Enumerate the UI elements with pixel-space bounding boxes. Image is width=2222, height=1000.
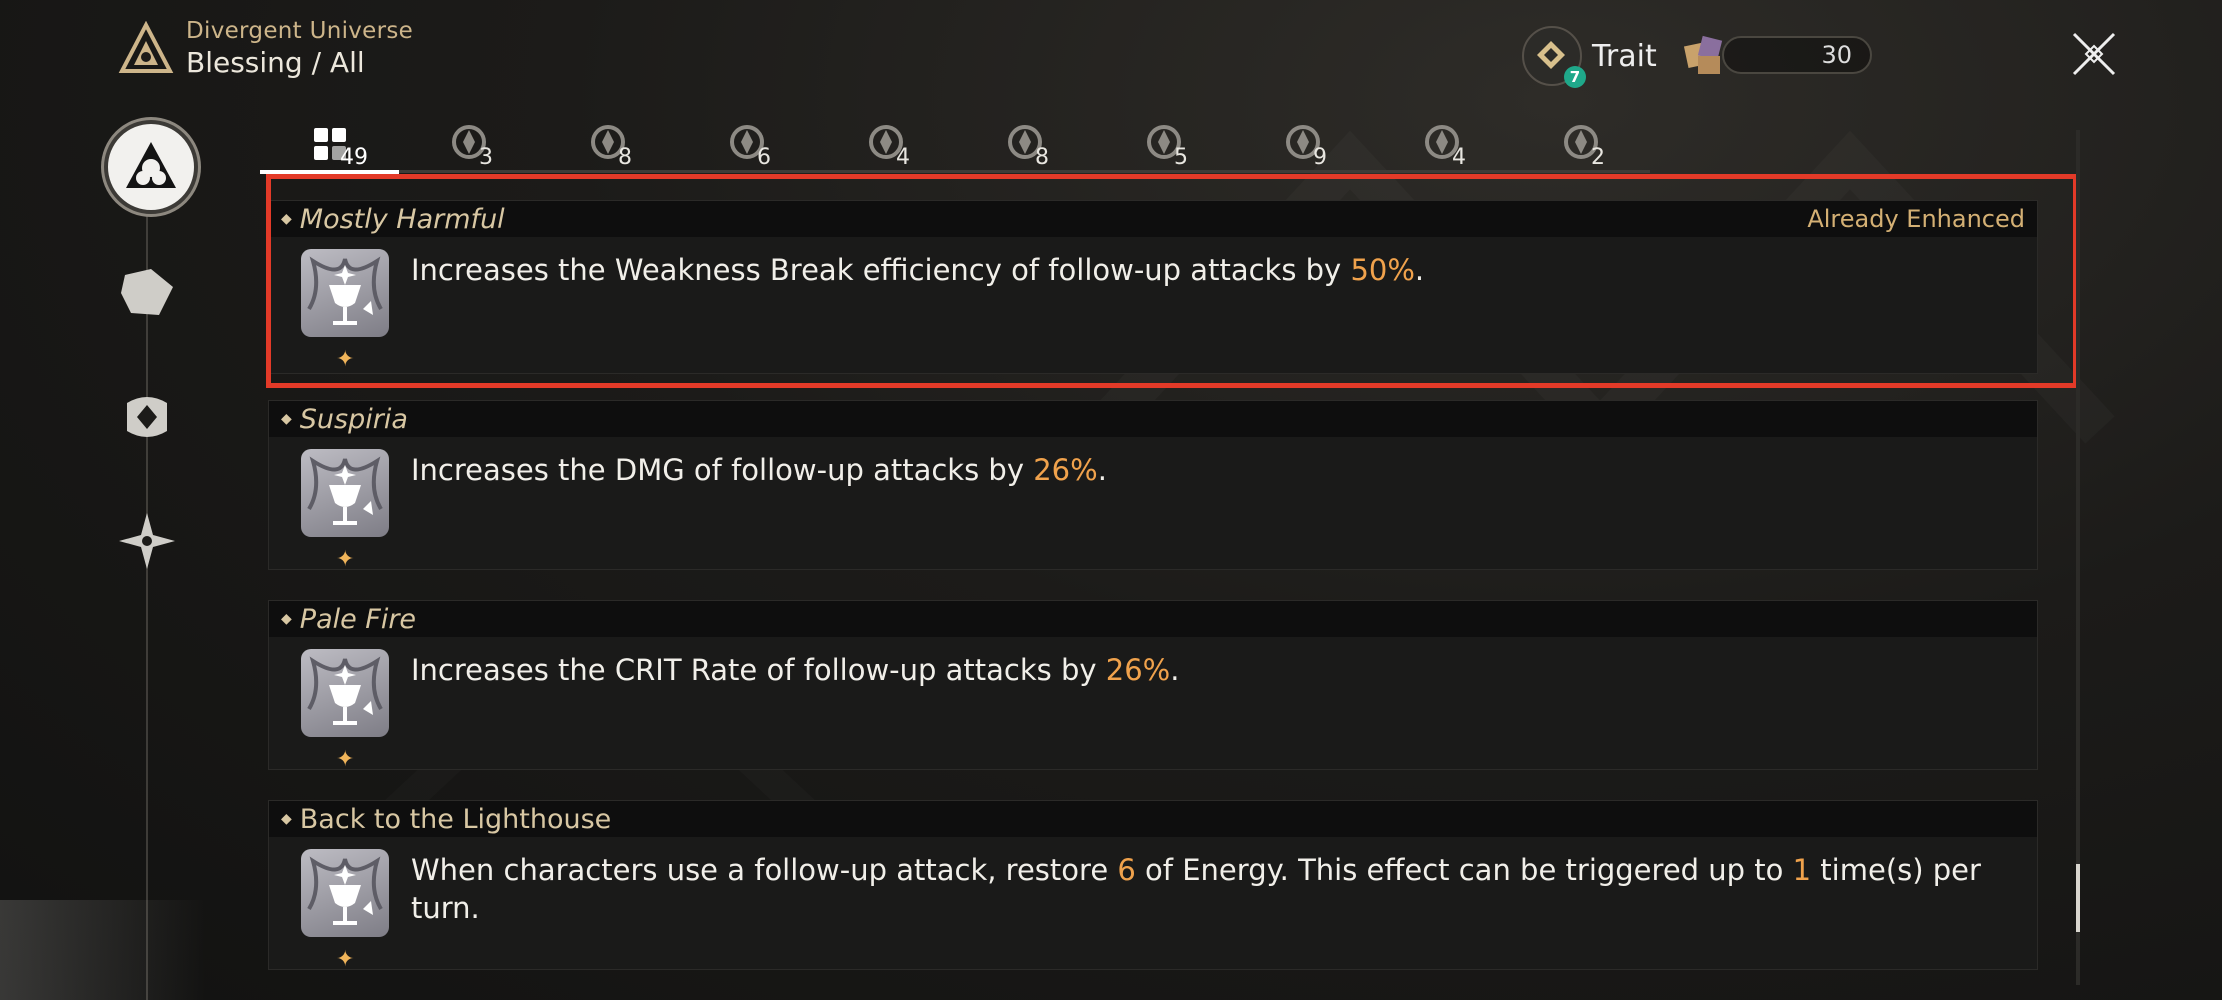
currency-display: 30 [1680, 30, 1872, 80]
tab-remembrance-path[interactable]: 8 [538, 112, 677, 170]
blessing-card-header: ◆ Pale Fire [269, 601, 2037, 637]
sidebar-item-curio[interactable] [116, 262, 178, 324]
description-text: of Energy. This effect can be triggered … [1135, 853, 1793, 887]
description-text: Increases the CRIT Rate of follow-up att… [411, 653, 1106, 687]
currency-value: 30 [1722, 36, 1872, 74]
cosmic-fragment-icon [1683, 35, 1723, 74]
chalice-icon [301, 849, 389, 937]
description-text: When characters use a follow-up attack, … [411, 853, 1118, 887]
equation-icon [127, 397, 167, 437]
sidebar-item-equation[interactable] [116, 386, 178, 448]
tab-all-grid[interactable]: 49 [260, 112, 399, 174]
tab-count: 6 [757, 145, 771, 170]
sidebar-item-weighted[interactable] [116, 510, 178, 572]
rarity-star-icon: ✦ [336, 547, 355, 572]
close-icon[interactable] [2066, 26, 2122, 82]
rarity-star-icon: ✦ [336, 947, 355, 972]
tab-count: 4 [1452, 145, 1466, 170]
tab-count: 5 [1174, 145, 1188, 170]
divergent-universe-logo-icon [118, 20, 174, 73]
rarity-star-icon: ✦ [336, 747, 355, 772]
blessing-card-header: ◆ Suspiria [269, 401, 2037, 437]
top-right-bar: 7 Trait 30 [1522, 24, 2222, 88]
trait-label: Trait [1592, 38, 1657, 74]
blessing-description: Increases the DMG of follow-up attacks b… [411, 451, 2017, 489]
blessing-card-body: ✦ Increases the CRIT Rate of follow-up at… [269, 637, 2037, 772]
blessing-title-text: Back to the Lighthouse [299, 803, 612, 835]
bullet-icon: ◆ [281, 611, 292, 627]
page-header: Divergent Universe Blessing / All [118, 18, 413, 79]
breadcrumb: Blessing / All [186, 46, 365, 79]
description-value: 6 [1117, 853, 1136, 887]
blessing-card[interactable]: ◆ Pale Fire ✦ Increases the CRIT Rate of fo… [268, 600, 2038, 772]
tab-erudition-path[interactable]: 2 [1511, 112, 1650, 170]
blessing-description: When characters use a follow-up attack, … [411, 851, 2017, 927]
corner-watermark [0, 900, 206, 1000]
blessing-icon [126, 142, 176, 188]
description-text: . [1170, 653, 1180, 687]
tab-count: 2 [1591, 145, 1605, 170]
blessing-card[interactable]: ◆ Back to the Lighthouse ✦ When characters … [268, 800, 2038, 972]
blessing-card-header: ◆ Back to the Lighthouse [269, 801, 2037, 837]
description-value: 26% [1105, 653, 1171, 687]
blessing-card-body: ✦ When characters use a follow-up attack,… [269, 837, 2037, 972]
description-text: Increases the DMG of follow-up attacks b… [411, 453, 1034, 487]
tab-propagation-path[interactable]: 4 [1372, 112, 1511, 170]
trait-button[interactable]: 7 Trait [1522, 26, 1657, 88]
selection-highlight-box [266, 174, 2078, 388]
tab-abundance-path[interactable]: 4 [816, 112, 955, 170]
trait-icon: 7 [1522, 26, 1586, 88]
chalice-icon [301, 449, 389, 537]
blessing-title: ◆ Suspiria [281, 404, 408, 435]
scrollbar-thumb[interactable] [2076, 864, 2080, 932]
description-text: . [1097, 453, 1107, 487]
sidebar-item-blessing[interactable] [104, 120, 198, 214]
blessing-title: ◆ Pale Fire [281, 604, 416, 635]
mode-title: Divergent Universe [186, 18, 414, 44]
description-value: 1 [1792, 853, 1812, 887]
tab-elation-path[interactable]: 9 [1233, 112, 1372, 170]
tab-count: 8 [618, 145, 632, 170]
tab-preservation-path[interactable]: 3 [399, 112, 538, 170]
tab-count: 8 [1035, 145, 1049, 170]
tab-the-hunt-path[interactable]: 8 [955, 112, 1094, 170]
path-filter-tabs: 49 3 8 6 4 8 5 9 4 2 [260, 112, 1650, 174]
blessing-title-text: Pale Fire [299, 603, 417, 635]
bullet-icon: ◆ [281, 411, 292, 427]
four-point-star-icon [119, 513, 175, 569]
blessing-title-text: Suspiria [299, 403, 408, 435]
blessing-title: ◆ Back to the Lighthouse [281, 804, 611, 835]
chalice-icon [301, 649, 389, 737]
tab-count: 49 [340, 145, 368, 170]
scrollbar-track[interactable] [2076, 130, 2080, 985]
trait-count-badge: 7 [1564, 66, 1586, 88]
tab-destruction-path[interactable]: 5 [1094, 112, 1233, 170]
blessing-card[interactable]: ◆ Suspiria ✦ Increases the DMG of follow-up… [268, 400, 2038, 572]
tab-count: 4 [896, 145, 910, 170]
description-value: 26% [1033, 453, 1098, 487]
tab-nihility-path[interactable]: 6 [677, 112, 816, 170]
blessing-description: Increases the CRIT Rate of follow-up att… [411, 651, 2017, 689]
tab-count: 3 [479, 145, 493, 170]
blessing-card-body: ✦ Increases the DMG of follow-up attacks … [269, 437, 2037, 572]
curio-icon [121, 269, 173, 315]
tab-count: 9 [1313, 145, 1327, 170]
bullet-icon: ◆ [281, 811, 292, 827]
